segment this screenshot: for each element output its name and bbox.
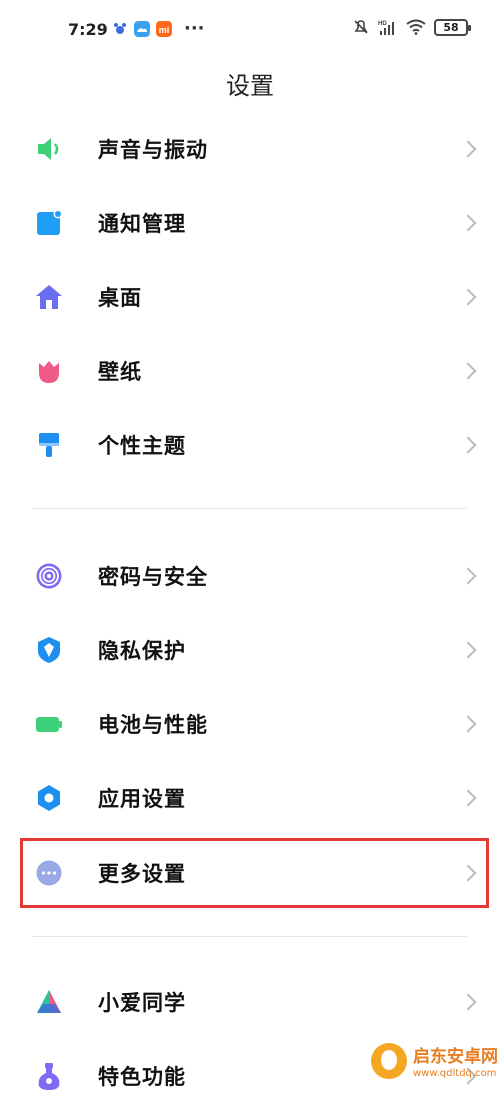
watermark-logo-icon [371, 1043, 407, 1079]
settings-item-label: 隐私保护 [98, 635, 186, 665]
chevron-right-icon [460, 289, 477, 306]
pet-icon [112, 21, 128, 37]
settings-item-label: 应用设置 [98, 783, 186, 813]
settings-item-themes[interactable]: 个性主题 [0, 408, 500, 482]
shield-icon [35, 636, 63, 664]
gear-icon [35, 784, 63, 812]
chevron-right-icon [460, 141, 477, 158]
svg-text:mi: mi [159, 25, 170, 35]
chevron-right-icon [460, 437, 477, 454]
settings-item-label: 更多设置 [98, 858, 186, 888]
settings-item-desktop[interactable]: 桌面 [0, 260, 500, 334]
xiaoai-icon [35, 988, 63, 1016]
chevron-right-icon [460, 716, 477, 733]
watermark-title: 启东安卓网 [413, 1042, 498, 1067]
settings-item-label: 密码与安全 [98, 561, 208, 591]
watermark: 启东安卓网 www.qdltdq.com [371, 1042, 498, 1080]
settings-item-battery[interactable]: 电池与性能 [0, 687, 500, 761]
chevron-right-icon [460, 568, 477, 585]
mute-bell-icon [352, 18, 370, 36]
chevron-right-icon [460, 215, 477, 232]
settings-item-label: 电池与性能 [98, 709, 208, 739]
status-system-icons: HD 58 [352, 18, 468, 36]
watermark-url: www.qdltdq.com [413, 1067, 498, 1080]
battery-icon [35, 710, 63, 738]
brush-icon [35, 431, 63, 459]
chevron-right-icon [460, 642, 477, 659]
section-divider [33, 508, 467, 509]
chevron-right-icon [460, 363, 477, 380]
settings-item-wallpaper[interactable]: 壁纸 [0, 334, 500, 408]
settings-item-app-settings[interactable]: 应用设置 [0, 761, 500, 835]
battery-indicator: 58 [434, 19, 468, 36]
weather-icon [134, 21, 150, 37]
settings-item-sound[interactable]: 声音与振动 [0, 112, 500, 186]
settings-item-label: 特色功能 [98, 1061, 186, 1091]
flask-icon [35, 1062, 63, 1090]
settings-item-label: 个性主题 [98, 430, 186, 460]
settings-item-label: 小爱同学 [98, 987, 186, 1017]
signal-hd-icon: HD [378, 18, 398, 36]
mi-app-icon: mi [156, 21, 172, 37]
tulip-icon [35, 357, 63, 385]
settings-item-label: 通知管理 [98, 208, 186, 238]
settings-item-more-settings[interactable]: 更多设置 [0, 836, 500, 910]
chevron-right-icon [460, 865, 477, 882]
status-bar: 7:29 mi ··· HD 58 [0, 0, 500, 60]
chevron-right-icon [460, 790, 477, 807]
settings-item-password-security[interactable]: 密码与安全 [0, 539, 500, 613]
settings-item-privacy[interactable]: 隐私保护 [0, 613, 500, 687]
svg-text:HD: HD [378, 21, 387, 27]
more-notifications-icon: ··· [184, 21, 205, 37]
speaker-icon [35, 135, 63, 163]
status-notification-icons: mi ··· [112, 21, 205, 37]
status-time: 7:29 [68, 20, 108, 39]
fingerprint-icon [35, 562, 63, 590]
settings-item-label: 声音与振动 [98, 134, 208, 164]
settings-item-label: 壁纸 [98, 356, 142, 386]
wifi-icon [406, 19, 426, 35]
page-title: 设置 [0, 66, 500, 101]
settings-item-xiaoai[interactable]: 小爱同学 [0, 965, 500, 1039]
chevron-right-icon [460, 994, 477, 1011]
home-icon [35, 283, 63, 311]
notification-icon [35, 209, 63, 237]
more-icon [35, 859, 63, 887]
section-divider [33, 936, 467, 937]
settings-item-notifications[interactable]: 通知管理 [0, 186, 500, 260]
settings-item-label: 桌面 [98, 282, 142, 312]
